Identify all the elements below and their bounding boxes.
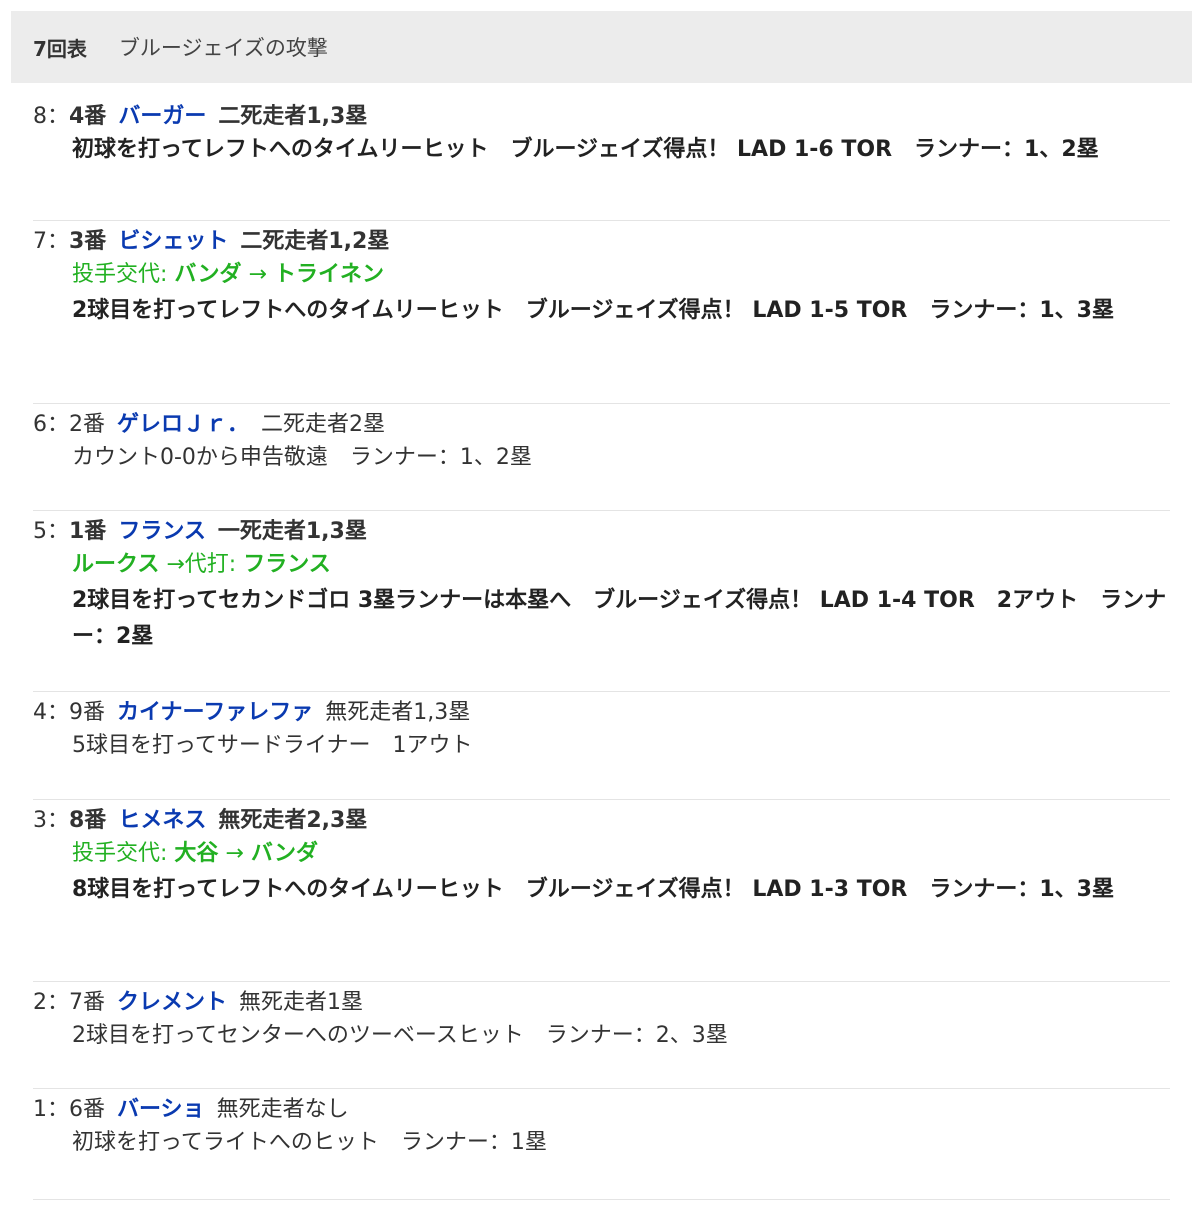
play-row: 2：7番 クレメント 無死走者1塁 2球目を打ってセンターへのツーベースヒット ランナ… xyxy=(33,982,1170,1089)
base-situation: 二死走者1,2塁 xyxy=(240,229,390,254)
play-number: 6： xyxy=(33,412,69,437)
play-header: 4：9番 カイナーファレファ 無死走者1,3塁 xyxy=(33,692,1170,728)
base-situation: 二死走者2塁 xyxy=(261,412,386,437)
substitution-line: 投手交代: 大谷 → バンダ xyxy=(33,836,1170,872)
play-description: 2球目を打ってセンターへのツーベースヒット ランナー：2、3塁 xyxy=(72,1023,728,1048)
substitution-to: フランス xyxy=(243,552,331,577)
batter-link[interactable]: ゲレロＪｒ． xyxy=(117,412,249,437)
substitution-from: バンダ xyxy=(174,262,242,287)
inning-label: 7回表 xyxy=(33,36,87,61)
play-header: 5：1番 フランス 一死走者1,3塁 xyxy=(33,511,1170,547)
batter-link[interactable]: フランス xyxy=(118,519,206,544)
play-row: 7：3番 ビシェット 二死走者1,2塁 投手交代: バンダ → トライネン 2球目を打っ… xyxy=(33,221,1170,404)
base-situation: 無死走者1塁 xyxy=(239,990,364,1015)
play-number: 8： xyxy=(33,104,69,129)
play-row: 5：1番 フランス 一死走者1,3塁 ルークス →代打: フランス 2球目を打ってセカン… xyxy=(33,511,1170,692)
batter-link[interactable]: ヒメネス xyxy=(118,808,206,833)
batting-order: 3番 xyxy=(69,229,107,254)
batting-order: 7番 xyxy=(69,990,105,1015)
batter-link[interactable]: バーショ xyxy=(117,1097,205,1122)
play-row: 4：9番 カイナーファレファ 無死走者1,3塁 5球目を打ってサードライナー 1アウト xyxy=(33,692,1170,800)
batter-link[interactable]: バーガー xyxy=(118,104,206,129)
play-number: 3： xyxy=(33,808,69,833)
play-number: 2： xyxy=(33,990,69,1015)
play-header: 1：6番 バーショ 無死走者なし xyxy=(33,1089,1170,1125)
play-number: 1： xyxy=(33,1097,69,1122)
play-description: 5球目を打ってサードライナー 1アウト xyxy=(72,733,473,758)
substitution-to: バンダ xyxy=(250,841,318,866)
play-number: 5： xyxy=(33,519,69,544)
inning-title: ブルージェイズの攻撃 xyxy=(118,36,328,60)
substitution-line: ルークス →代打: フランス xyxy=(33,547,1170,583)
substitution-to: トライネン xyxy=(273,262,384,287)
base-situation: 無死走者1,3塁 xyxy=(325,700,471,725)
play-description: カウント0-0から申告敬遠 ランナー：1、2塁 xyxy=(72,445,532,470)
play-row: 1：6番 バーショ 無死走者なし初球を打ってライトへのヒット ランナー：1塁 xyxy=(33,1089,1170,1200)
play-by-play-list: 8：4番 バーガー 二死走者1,3塁初球を打ってレフトへのタイムリーヒット ブルージ… xyxy=(33,96,1170,1200)
play-number: 7： xyxy=(33,229,69,254)
substitution-from: ルークス xyxy=(72,552,160,577)
base-situation: 無死走者なし xyxy=(216,1097,349,1122)
play-row: 6：2番 ゲレロＪｒ． 二死走者2塁カウント0-0から申告敬遠 ランナー：1、2塁 xyxy=(33,404,1170,511)
play-header: 6：2番 ゲレロＪｒ． 二死走者2塁 xyxy=(33,404,1170,440)
substitution-prefix: 投手交代: xyxy=(72,262,175,287)
play-number: 4： xyxy=(33,700,69,725)
batter-link[interactable]: ビシェット xyxy=(118,229,228,254)
batting-order: 6番 xyxy=(69,1097,105,1122)
substitution-prefix: 投手交代: xyxy=(72,841,175,866)
batting-order: 1番 xyxy=(69,519,107,544)
batting-order: 8番 xyxy=(69,808,107,833)
substitution-arrow: →代打: xyxy=(159,552,244,577)
batting-order: 4番 xyxy=(69,104,107,129)
base-situation: 一死走者1,3塁 xyxy=(217,519,367,544)
batting-order: 2番 xyxy=(69,412,105,437)
play-header: 2：7番 クレメント 無死走者1塁 xyxy=(33,982,1170,1018)
play-header: 8：4番 バーガー 二死走者1,3塁 xyxy=(33,96,1170,132)
play-header: 7：3番 ビシェット 二死走者1,2塁 xyxy=(33,221,1170,257)
batter-link[interactable]: カイナーファレファ xyxy=(117,700,313,725)
play-header: 3：8番 ヒメネス 無死走者2,3塁 xyxy=(33,800,1170,836)
play-description: 8球目を打ってレフトへのタイムリーヒット ブルージェイズ得点！ LAD 1-3 … xyxy=(72,877,1114,902)
play-description: 2球目を打ってセカンドゴロ 3塁ランナーは本塁へ ブルージェイズ得点！ LAD … xyxy=(72,588,1167,649)
play-row: 8：4番 バーガー 二死走者1,3塁初球を打ってレフトへのタイムリーヒット ブルージ… xyxy=(33,96,1170,221)
play-description: 初球を打ってレフトへのタイムリーヒット ブルージェイズ得点！ LAD 1-6 T… xyxy=(72,137,1099,162)
substitution-from: 大谷 xyxy=(174,841,219,866)
base-situation: 二死走者1,3塁 xyxy=(218,104,368,129)
base-situation: 無死走者2,3塁 xyxy=(218,808,368,833)
play-row: 3：8番 ヒメネス 無死走者2,3塁 投手交代: 大谷 → バンダ 8球目を打ってレフト… xyxy=(33,800,1170,982)
inning-header: 7回表 ブルージェイズの攻撃 xyxy=(11,11,1192,83)
batting-order: 9番 xyxy=(69,700,105,725)
play-description: 初球を打ってライトへのヒット ランナー：1塁 xyxy=(72,1130,547,1155)
substitution-arrow: → xyxy=(241,262,274,287)
batter-link[interactable]: クレメント xyxy=(117,990,227,1015)
substitution-line: 投手交代: バンダ → トライネン xyxy=(33,257,1170,293)
play-description: 2球目を打ってレフトへのタイムリーヒット ブルージェイズ得点！ LAD 1-5 … xyxy=(72,298,1114,323)
substitution-arrow: → xyxy=(218,841,251,866)
